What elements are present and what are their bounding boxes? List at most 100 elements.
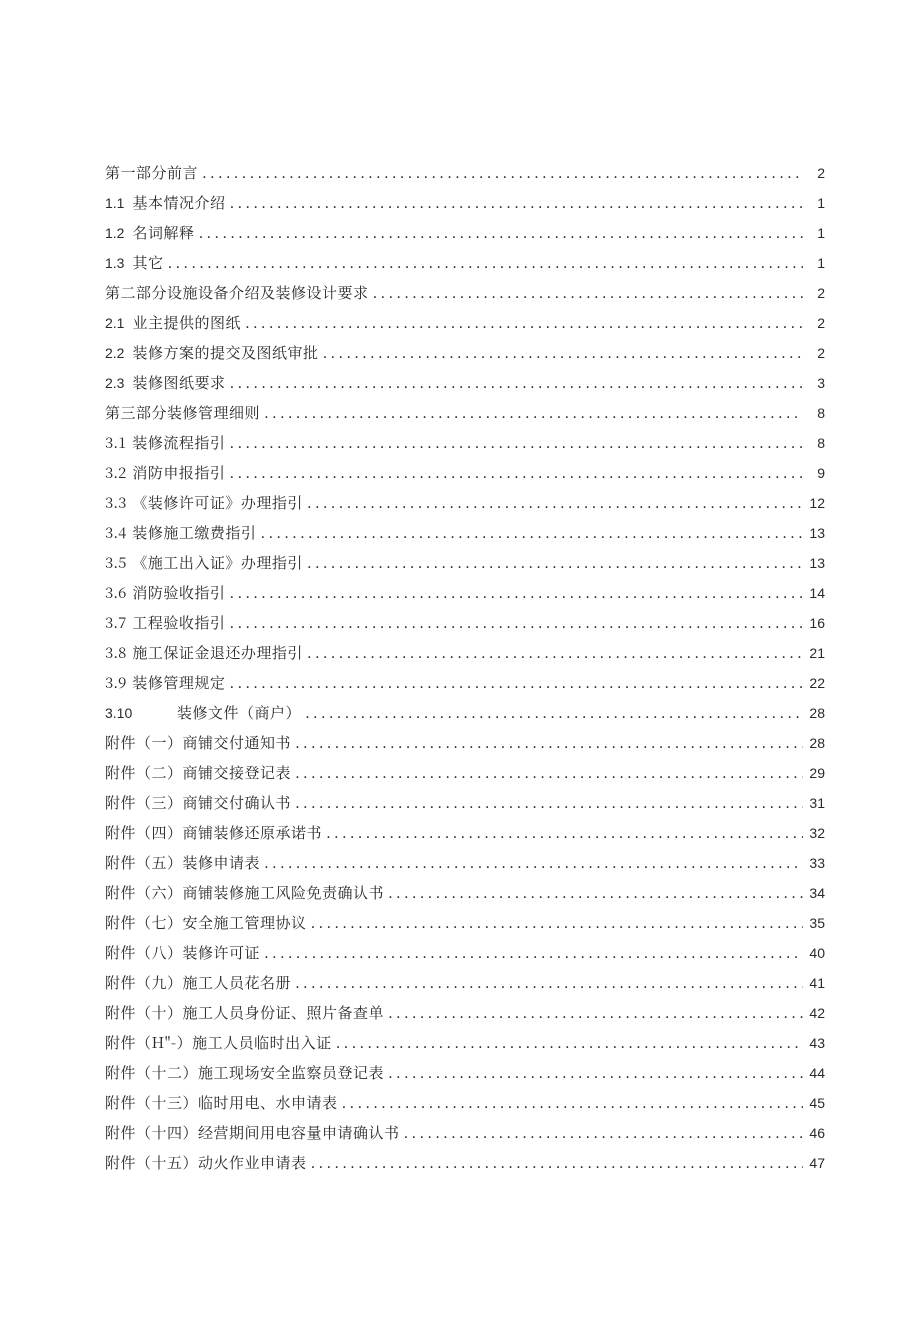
toc-leader-dots [245, 315, 803, 330]
toc-entry-page: 40 [807, 946, 825, 960]
toc-entry-number: 3.6 [105, 585, 126, 600]
toc-entry-title: 附件（十）施工人员身份证、照片备查单 [105, 1005, 384, 1020]
toc-entry-page: 13 [807, 526, 825, 540]
toc-leader-dots [307, 495, 803, 510]
toc-entry: 附件（三）商铺交付确认书 31 [105, 795, 825, 810]
toc-leader-dots [307, 645, 803, 660]
toc-entry: 附件（H"-）施工人员临时出入证43 [105, 1035, 825, 1050]
toc-entry-page: 45 [807, 1096, 825, 1110]
toc-leader-dots [388, 1065, 803, 1080]
toc-entry: 3.6 消防验收指引 14 [105, 585, 825, 600]
toc-entry-title: 《施工出入证》办理指引 [132, 555, 303, 570]
toc-entry-number: 1.2 [105, 226, 124, 240]
toc-entry-title: 附件（十四）经营期间用电容量申请确认书 [105, 1125, 400, 1140]
toc-entry-page: 9 [807, 466, 825, 480]
toc-entry: 第二部分设施设备介绍及装修设计要求 2 [105, 285, 825, 300]
toc-entry-page: 8 [807, 406, 825, 420]
toc-leader-dots [229, 375, 803, 390]
toc-entry: 3.9装修管理规定22 [105, 675, 825, 690]
toc-leader-dots [264, 405, 803, 420]
toc-entry-page: 14 [807, 586, 825, 600]
toc-entry: 3.1 装修流程指引 8 [105, 435, 825, 450]
toc-entry-page: 2 [807, 346, 825, 360]
toc-entry-number: 3.9 [105, 675, 126, 690]
toc-entry-number: 3.1 [105, 435, 126, 450]
toc-leader-dots [373, 285, 803, 300]
toc-entry: 1.1基本情况介绍1 [105, 195, 825, 210]
toc-entry-title: 消防验收指引 [132, 585, 225, 600]
toc-entry-page: 2 [807, 286, 825, 300]
toc-entry-title: 装修施工缴费指引 [132, 525, 256, 540]
toc-entry-page: 2 [807, 316, 825, 330]
toc-entry-page: 31 [807, 796, 825, 810]
toc-entry-page: 1 [807, 226, 825, 240]
toc-entry-page: 13 [807, 556, 825, 570]
toc-entry: 第一部分前言 2 [105, 165, 825, 180]
toc-entry-page: 16 [807, 616, 825, 630]
toc-entry-title: 附件（九）施工人员花名册 [105, 975, 291, 990]
toc-leader-dots [336, 1035, 803, 1050]
toc-entry-title: 施工保证金退还办理指引 [132, 645, 303, 660]
toc-entry-page: 8 [807, 436, 825, 450]
toc-entry-title: 装修管理规定 [132, 675, 225, 690]
toc-leader-dots [295, 975, 803, 990]
toc-entry-title: 附件（一）商铺交付通知书 [105, 735, 291, 750]
toc-entry: 1.3其它1 [105, 255, 825, 270]
toc-entry-page: 34 [807, 886, 825, 900]
toc-entry-page: 41 [807, 976, 825, 990]
toc-entry: 附件（十二）施工现场安全监察员登记表44 [105, 1065, 825, 1080]
toc-entry-number: 3.2 [105, 465, 126, 480]
toc-entry-page: 1 [807, 256, 825, 270]
toc-leader-dots [295, 765, 803, 780]
toc-entry-title: 其它 [132, 255, 163, 270]
toc-entry-number: 3.3 [105, 495, 126, 510]
toc-leader-dots [229, 675, 803, 690]
toc-entry-title: 工程验收指引 [132, 615, 225, 630]
toc-entry: 附件（十四）经营期间用电容量申请确认书 46 [105, 1125, 825, 1140]
toc-entry-title: 装修图纸要求 [132, 375, 225, 390]
toc-leader-dots [307, 555, 803, 570]
toc-entry-title: 附件（三）商铺交付确认书 [105, 795, 291, 810]
toc-entry-page: 46 [807, 1126, 825, 1140]
toc-entry-page: 28 [807, 736, 825, 750]
toc-entry-number: 3.7 [105, 615, 126, 630]
toc-entry-page: 42 [807, 1006, 825, 1020]
toc-entry-page: 47 [807, 1156, 825, 1170]
toc-entry: 3.4装修施工缴费指引13 [105, 525, 825, 540]
toc-entry-title: 装修流程指引 [132, 435, 225, 450]
toc-entry-page: 28 [807, 706, 825, 720]
toc-entry-title: 第三部分装修管理细则 [105, 405, 260, 420]
toc-entry-page: 21 [807, 646, 825, 660]
toc-entry: 3.7 工程验收指引 16 [105, 615, 825, 630]
toc-entry-title: 基本情况介绍 [132, 195, 225, 210]
toc-entry-number: 3.8 [105, 645, 126, 660]
toc-entry: 2.2装修方案的提交及图纸审批2 [105, 345, 825, 360]
toc-entry-number: 3.10 [105, 706, 177, 720]
toc-entry: 附件（五）装修申请表33 [105, 855, 825, 870]
toc-entry-title: 第一部分前言 [105, 165, 198, 180]
toc-entry-number: 2.3 [105, 376, 124, 390]
toc-leader-dots [260, 525, 803, 540]
toc-entry-number: 1.1 [105, 196, 124, 210]
toc-entry: 3.10装修文件（商户）28 [105, 705, 825, 720]
toc-entry-page: 3 [807, 376, 825, 390]
toc-entry-page: 32 [807, 826, 825, 840]
toc-entry-page: 35 [807, 916, 825, 930]
toc-leader-dots [388, 885, 803, 900]
toc-entry-number: 3.5 [105, 555, 126, 570]
toc-leader-dots [311, 915, 803, 930]
toc-entry-title: 第二部分设施设备介绍及装修设计要求 [105, 285, 369, 300]
toc-entry-page: 12 [807, 496, 825, 510]
toc-leader-dots [295, 735, 803, 750]
toc-entry-title: 名词解释 [132, 225, 194, 240]
toc-leader-dots [229, 195, 803, 210]
toc-entry: 2.3 装修图纸要求 3 [105, 375, 825, 390]
toc-entry-title: 附件（十二）施工现场安全监察员登记表 [105, 1065, 384, 1080]
toc-leader-dots [167, 255, 803, 270]
toc-entry-page: 2 [807, 166, 825, 180]
toc-entry-title: 附件（七）安全施工管理协议 [105, 915, 307, 930]
toc-entry: 附件（十五）动火作业申请表47 [105, 1155, 825, 1170]
toc-leader-dots [342, 1095, 803, 1110]
toc-entry-title: 《装修许可证》办理指引 [132, 495, 303, 510]
toc-entry: 附件（十三）临时用电、水申请表45 [105, 1095, 825, 1110]
